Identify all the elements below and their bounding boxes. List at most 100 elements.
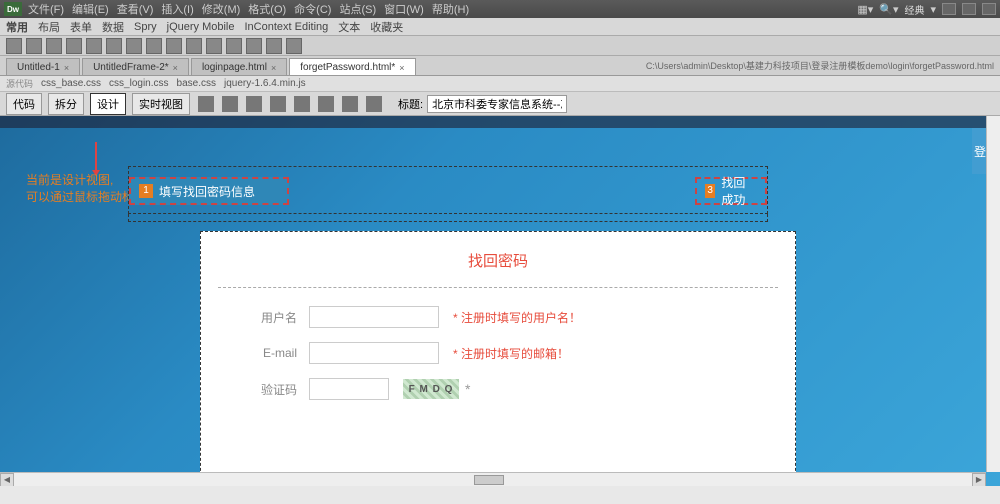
- step-label: 填写找回密码信息: [159, 183, 255, 200]
- toolbar-icon[interactable]: [318, 96, 334, 112]
- tab-untitled1[interactable]: Untitled-1×: [6, 58, 80, 75]
- window-controls: ▦▾ 🔍▾ 经典 ▾: [857, 2, 996, 17]
- view-code-button[interactable]: 代码: [6, 93, 42, 115]
- tab-close-icon[interactable]: ×: [64, 63, 69, 73]
- input-email[interactable]: [309, 342, 439, 364]
- toolbar-icon[interactable]: [342, 96, 358, 112]
- title-label: 标题:: [398, 96, 423, 112]
- form-row-email: E-mail * 注册时填写的邮箱！: [201, 342, 795, 364]
- step-container[interactable]: 1 填写找回密码信息 3 找回成功: [128, 166, 768, 214]
- tool-icon[interactable]: [66, 38, 82, 54]
- linked-file[interactable]: base.css: [177, 78, 216, 89]
- tab-close-icon[interactable]: ×: [399, 63, 404, 73]
- tool-icon[interactable]: [146, 38, 162, 54]
- menu-edit[interactable]: 编辑(E): [72, 1, 109, 17]
- search-icon[interactable]: 🔍▾: [879, 3, 898, 16]
- insert-text[interactable]: 文本: [338, 19, 360, 35]
- title-bar: Dw 文件(F) 编辑(E) 查看(V) 插入(I) 修改(M) 格式(O) 命…: [0, 0, 1000, 18]
- captcha-refresh-icon[interactable]: *: [465, 381, 470, 397]
- tool-icon[interactable]: [286, 38, 302, 54]
- menu-insert[interactable]: 插入(I): [161, 1, 193, 17]
- toolbar-icon[interactable]: [270, 96, 286, 112]
- tool-icon[interactable]: [186, 38, 202, 54]
- insert-layout[interactable]: 布局: [38, 19, 60, 35]
- form-card[interactable]: 找回密码 用户名 * 注册时填写的用户名！ E-mail * 注册时填写的邮箱！…: [200, 231, 796, 481]
- captcha-image[interactable]: F M D Q: [403, 379, 459, 399]
- menu-file[interactable]: 文件(F): [28, 1, 64, 17]
- view-design-button[interactable]: 设计: [90, 93, 126, 115]
- toolbar-icon[interactable]: [366, 96, 382, 112]
- page-title-input[interactable]: [427, 95, 567, 113]
- linked-file[interactable]: jquery-1.6.4.min.js: [224, 78, 306, 89]
- view-split-button[interactable]: 拆分: [48, 93, 84, 115]
- insert-toolbar: 常用 布局 表单 数据 Spry jQuery Mobile InContext…: [0, 18, 1000, 36]
- form-title: 找回密码: [201, 250, 795, 271]
- form-row-username: 用户名 * 注册时填写的用户名！: [201, 306, 795, 328]
- linked-file[interactable]: css_base.css: [41, 78, 101, 89]
- tool-icon[interactable]: [166, 38, 182, 54]
- step-1-tab[interactable]: 1 填写找回密码信息: [129, 177, 289, 205]
- step-badge: 3: [705, 184, 715, 198]
- scroll-track[interactable]: [14, 473, 972, 487]
- tool-icon[interactable]: [86, 38, 102, 54]
- tool-icon[interactable]: [106, 38, 122, 54]
- insert-incontext[interactable]: InContext Editing: [244, 21, 328, 33]
- tool-icon[interactable]: [206, 38, 222, 54]
- step-badge: 1: [139, 184, 153, 198]
- hint-email: * 注册时填写的邮箱！: [453, 345, 569, 362]
- toolbar-icon[interactable]: [246, 96, 262, 112]
- tool-icon[interactable]: [226, 38, 242, 54]
- tool-icon[interactable]: [46, 38, 62, 54]
- linked-file[interactable]: css_login.css: [109, 78, 168, 89]
- tab-close-icon[interactable]: ×: [271, 63, 276, 73]
- label-email: E-mail: [241, 346, 297, 360]
- insert-jquery[interactable]: jQuery Mobile: [167, 21, 235, 33]
- insert-icon-row: [0, 36, 1000, 56]
- tool-icon[interactable]: [126, 38, 142, 54]
- tool-icon[interactable]: [26, 38, 42, 54]
- tab-forgetpassword[interactable]: forgetPassword.html*×: [289, 58, 415, 75]
- menu-site[interactable]: 站点(S): [339, 1, 376, 17]
- input-username[interactable]: [309, 306, 439, 328]
- insert-spry[interactable]: Spry: [134, 21, 157, 33]
- insert-data[interactable]: 数据: [102, 19, 124, 35]
- app-logo: Dw: [4, 2, 22, 16]
- tool-icon[interactable]: [266, 38, 282, 54]
- insert-common[interactable]: 常用: [6, 19, 28, 35]
- view-live-button[interactable]: 实时视图: [132, 93, 190, 115]
- insert-fav[interactable]: 收藏夹: [370, 19, 403, 35]
- input-captcha[interactable]: [309, 378, 389, 400]
- menu-help[interactable]: 帮助(H): [432, 1, 469, 17]
- vertical-scrollbar[interactable]: [986, 116, 1000, 472]
- scroll-thumb[interactable]: [474, 475, 504, 485]
- page-header-bar: [0, 116, 1000, 128]
- step-label: 找回成功: [721, 174, 757, 208]
- workspace-mode[interactable]: 经典: [904, 2, 924, 17]
- tool-icon[interactable]: [6, 38, 22, 54]
- minimize-button[interactable]: [942, 3, 956, 15]
- tab-close-icon[interactable]: ×: [173, 63, 178, 73]
- design-canvas[interactable]: 登录 当前是设计视图, 可以通过鼠标拖动标签块来设计板块。 1 填写找回密码信息…: [0, 116, 1000, 486]
- menu-command[interactable]: 命令(C): [294, 1, 331, 17]
- scroll-right-icon[interactable]: ▶: [972, 473, 986, 487]
- step-3-tab[interactable]: 3 找回成功: [695, 177, 767, 205]
- maximize-button[interactable]: [962, 3, 976, 15]
- menu-window[interactable]: 窗口(W): [384, 1, 424, 17]
- tool-icon[interactable]: [246, 38, 262, 54]
- menu-view[interactable]: 查看(V): [117, 1, 154, 17]
- menu-bar: 文件(F) 编辑(E) 查看(V) 插入(I) 修改(M) 格式(O) 命令(C…: [28, 1, 857, 17]
- divider: [218, 287, 778, 288]
- tab-loginpage[interactable]: loginpage.html×: [191, 58, 287, 75]
- toolbar-icon[interactable]: [222, 96, 238, 112]
- tab-untitledframe2[interactable]: UntitledFrame-2*×: [82, 58, 189, 75]
- toolbar-icon[interactable]: [294, 96, 310, 112]
- scroll-left-icon[interactable]: ◀: [0, 473, 14, 487]
- layout-dropdown-icon[interactable]: ▦▾: [857, 3, 873, 16]
- insert-form[interactable]: 表单: [70, 19, 92, 35]
- annotation-arrow-icon: [95, 142, 97, 174]
- horizontal-scrollbar[interactable]: ◀ ▶: [0, 472, 986, 486]
- toolbar-icon[interactable]: [198, 96, 214, 112]
- close-button[interactable]: [982, 3, 996, 15]
- menu-format[interactable]: 格式(O): [248, 1, 286, 17]
- menu-modify[interactable]: 修改(M): [202, 1, 241, 17]
